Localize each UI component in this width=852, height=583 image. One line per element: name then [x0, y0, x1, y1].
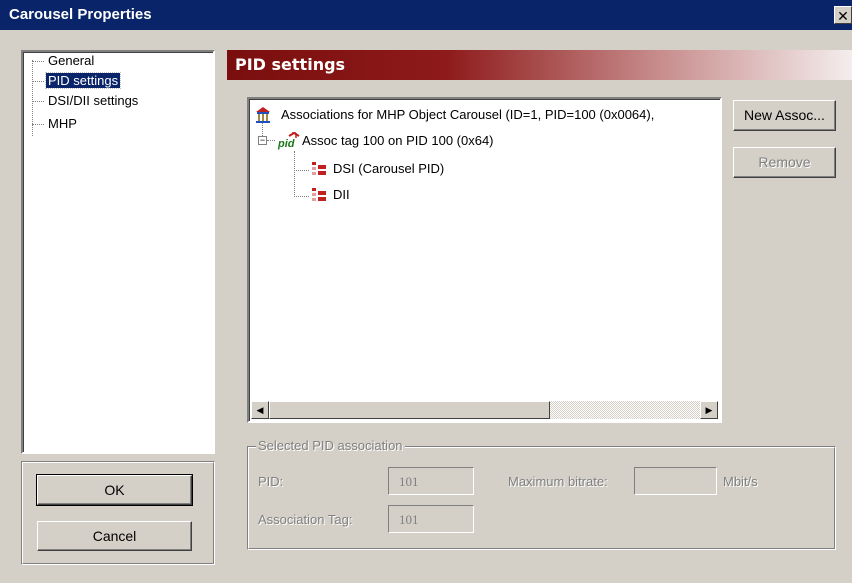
associations-tree[interactable]: Associations for MHP Object Carousel (ID… — [247, 97, 722, 423]
group-legend: Selected PID association — [256, 438, 405, 453]
assoc-tag-label: Association Tag: — [258, 512, 353, 527]
nav-item-label: DSI/DII settings — [48, 93, 139, 108]
title-bar: Carousel Properties ✕ — [0, 0, 852, 30]
table-icon — [312, 162, 326, 175]
settings-nav-tree[interactable]: General PID settings DSI/DII settings MH… — [21, 50, 215, 454]
pid-icon: pid — [277, 132, 300, 150]
scroll-thumb[interactable] — [269, 401, 550, 419]
window-title: Carousel Properties — [9, 6, 152, 23]
nav-item-label: General — [48, 53, 95, 68]
new-assoc-label: New Assoc... — [744, 107, 825, 123]
selected-association-group: Selected PID association — [247, 438, 836, 550]
pid-value: 101 — [399, 474, 419, 489]
tree-root-label: Associations for MHP Object Carousel (ID… — [281, 107, 655, 122]
close-icon: ✕ — [837, 8, 849, 24]
scroll-right-button[interactable]: ▶ — [700, 401, 718, 419]
carousel-icon — [256, 107, 270, 123]
cancel-label: Cancel — [92, 528, 137, 544]
minus-icon: − — [259, 135, 266, 145]
collapse-toggle[interactable]: − — [258, 136, 267, 145]
panel-header: PID settings — [227, 50, 852, 80]
nav-item-label: MHP — [48, 116, 77, 131]
nav-item-label: PID settings — [44, 72, 122, 89]
pid-label: PID: — [258, 474, 284, 489]
remove-button[interactable]: Remove — [733, 147, 836, 178]
tree-assoc-label: Assoc tag 100 on PID 100 (0x64) — [302, 133, 494, 148]
max-bitrate-label: Maximum bitrate: — [508, 474, 608, 489]
cancel-button[interactable]: Cancel — [37, 521, 192, 551]
remove-label: Remove — [758, 154, 811, 170]
ok-button[interactable]: OK — [36, 474, 193, 506]
tree-child-label: DII — [333, 187, 350, 202]
arrow-right-icon: ▶ — [705, 405, 713, 415]
ok-label: OK — [104, 482, 125, 498]
tree-child-label: DSI (Carousel PID) — [333, 161, 445, 176]
assoc-tag-value: 101 — [399, 512, 419, 527]
horizontal-scrollbar[interactable]: ◀ ▶ — [251, 401, 718, 419]
pid-field[interactable]: 101 — [388, 467, 474, 495]
new-assoc-button[interactable]: New Assoc... — [733, 100, 836, 131]
scroll-left-button[interactable]: ◀ — [251, 401, 269, 419]
svg-text:pid: pid — [277, 138, 295, 150]
table-icon — [312, 188, 326, 201]
bitrate-unit-label: Mbit/s — [723, 474, 758, 489]
arrow-left-icon: ◀ — [256, 405, 264, 415]
max-bitrate-field[interactable] — [634, 467, 717, 495]
close-button[interactable]: ✕ — [834, 6, 852, 24]
panel-title: PID settings — [235, 55, 346, 74]
assoc-tag-field[interactable]: 101 — [388, 505, 474, 533]
